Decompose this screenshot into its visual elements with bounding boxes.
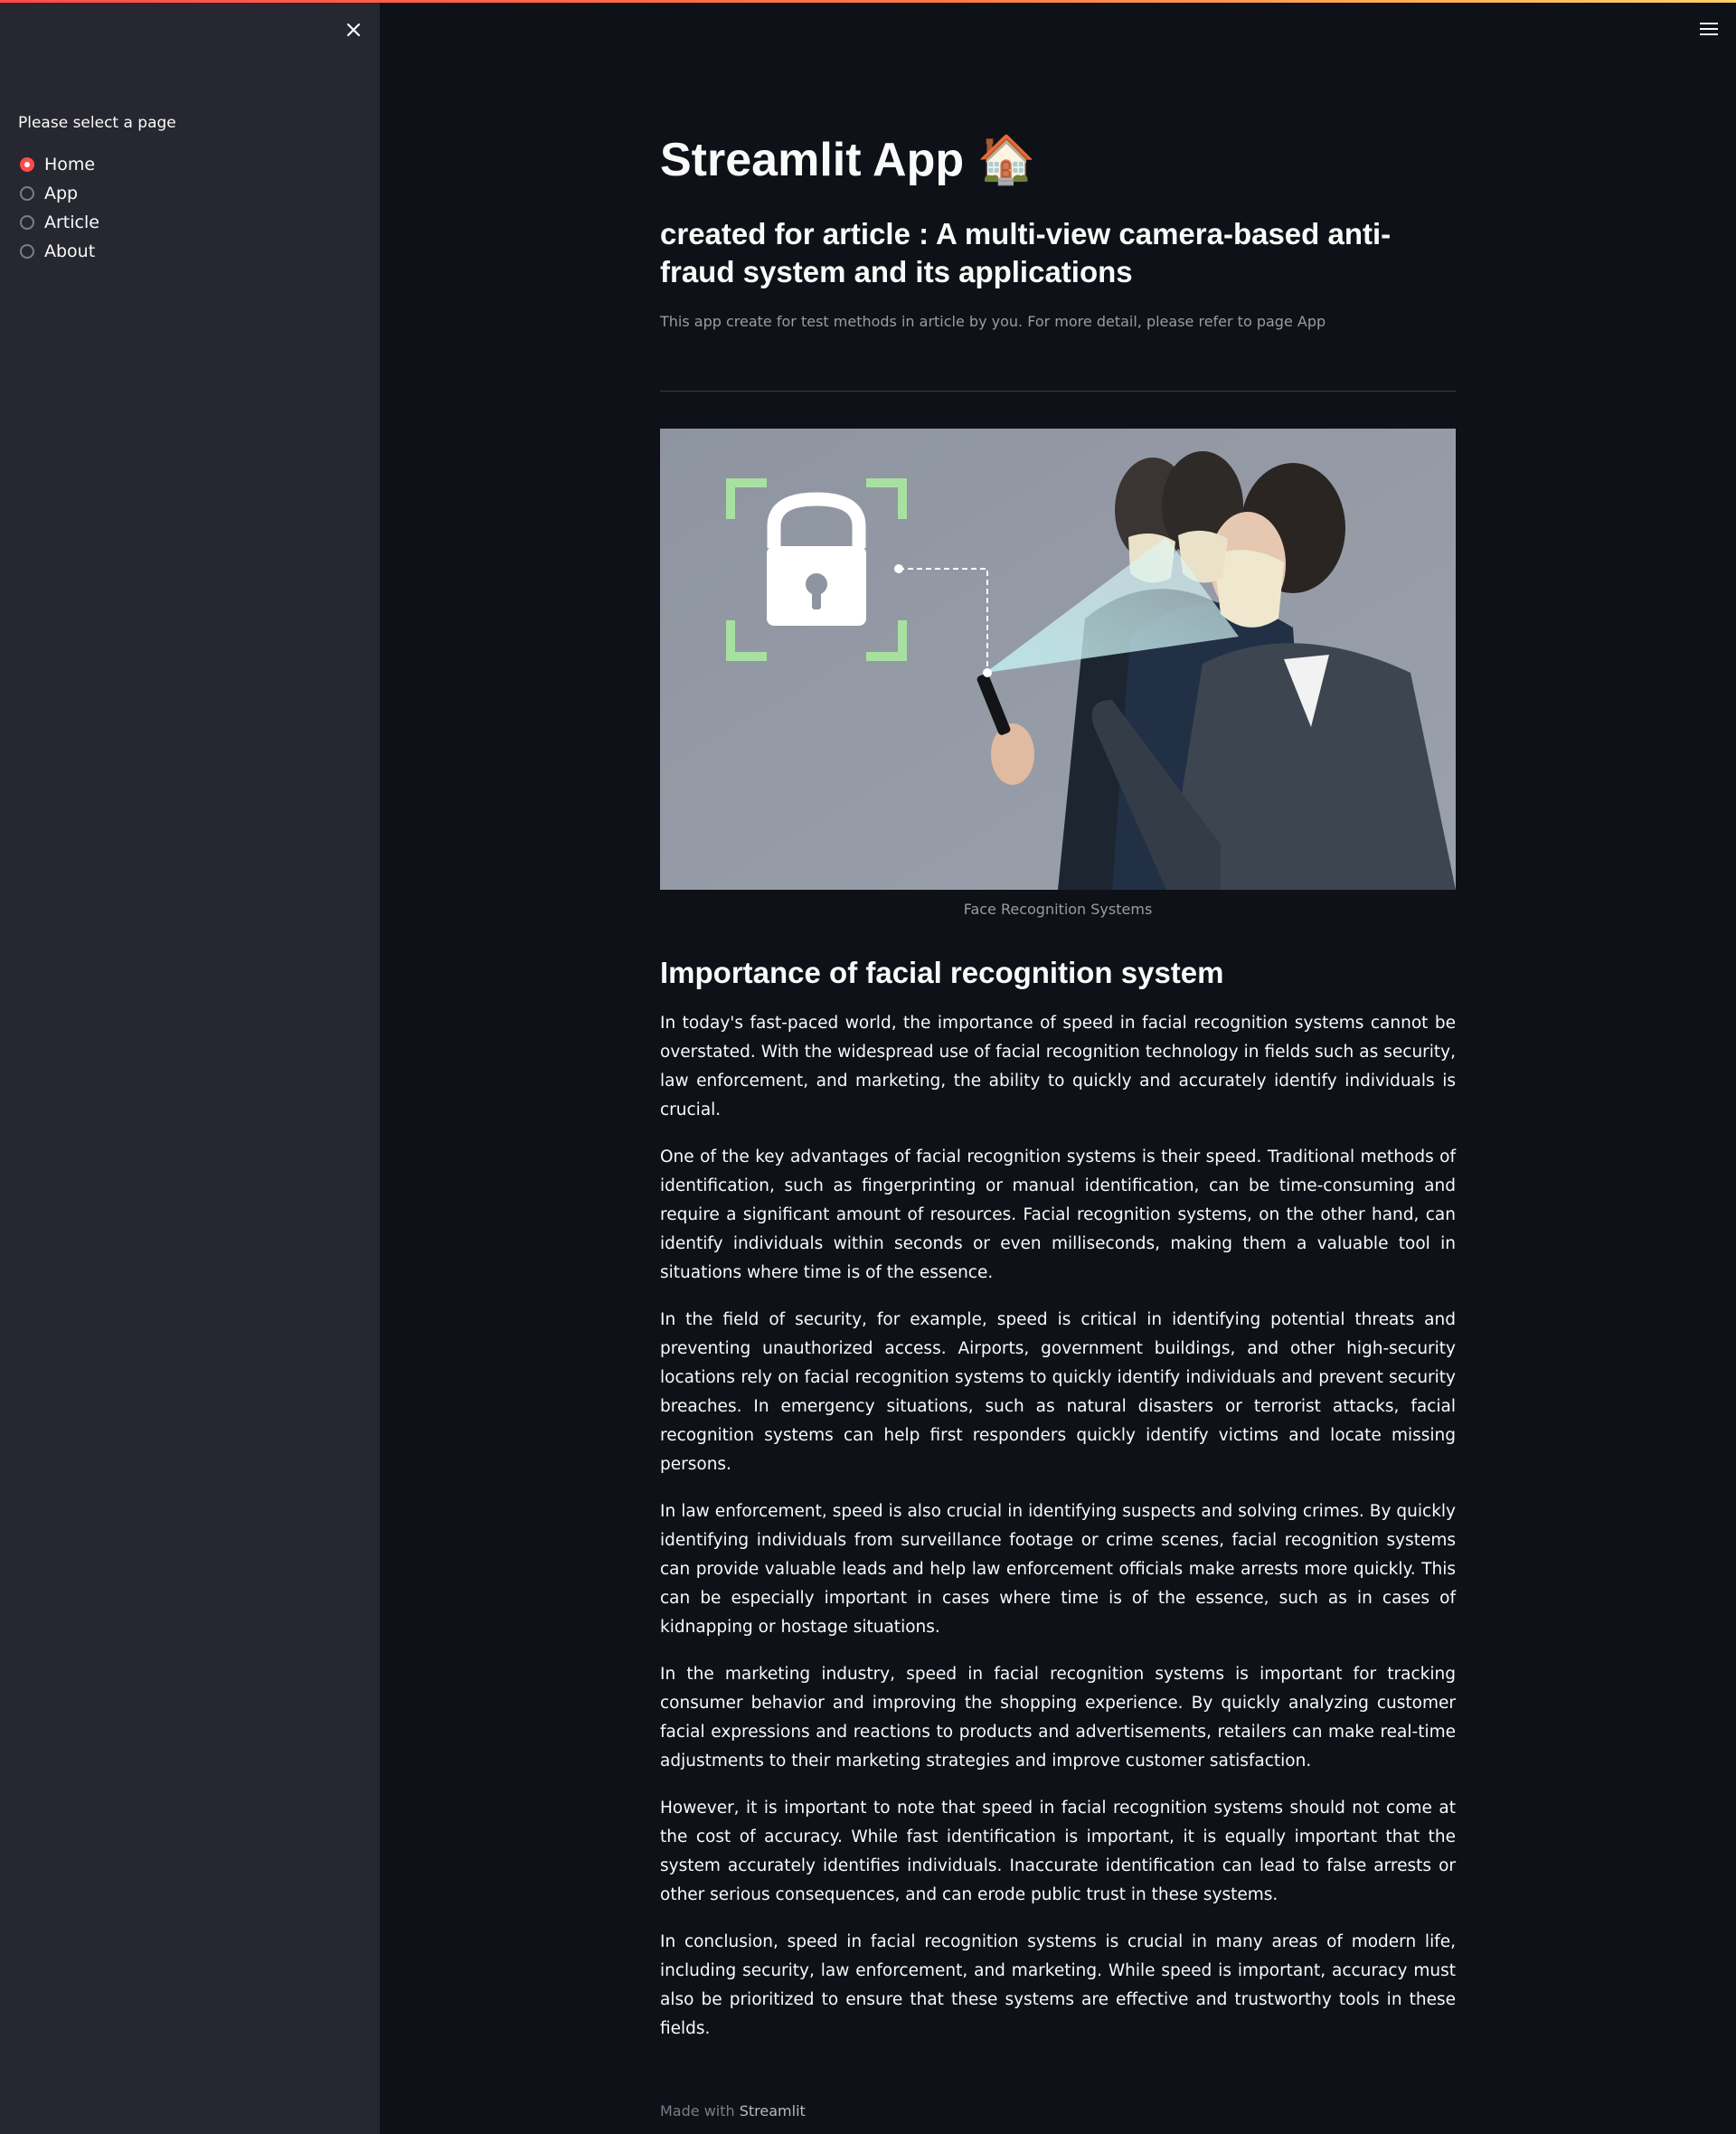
article-paragraph: In law enforcement, speed is also crucia… [660,1502,1456,1637]
radio-option-label: Home [44,155,96,175]
article-paragraph: One of the key advantages of facial reco… [660,1147,1456,1282]
house-emoji-icon: 🏠 [976,134,1036,186]
article-paragraph: However, it is important to note that sp… [660,1799,1456,1904]
sidebar-close-button[interactable] [340,16,367,43]
image-caption: Face Recognition Systems [963,901,1153,918]
section-heading: Importance of facial recognition system [660,956,1224,989]
radio-unselected-indicator[interactable] [20,244,34,259]
close-icon [346,23,361,37]
radio-unselected-indicator[interactable] [20,186,34,201]
article-paragraph: In the marketing industry, speed in faci… [660,1665,1456,1770]
article-paragraph: In conclusion, speed in facial recogniti… [660,1932,1456,2038]
radio-option-label: App [44,184,79,203]
hamburger-menu-icon [1700,23,1718,35]
footer: Made with Streamlit [660,2102,806,2120]
page-title: Streamlit App 🏠 [660,128,1035,192]
page-subtitle: created for article : A multi-view camer… [660,217,1392,288]
article-paragraph: In the field of security, for example, s… [660,1310,1456,1474]
horizontal-divider [660,391,1456,392]
page-radio-group: Home App Article About [20,150,99,266]
top-decoration-bar [0,0,1736,3]
sidebar: Please select a page Home App Article Ab… [0,0,380,2134]
page-select-label: Please select a page [18,114,176,132]
article-paragraph: In today's fast-paced world, the importa… [660,1014,1456,1119]
page-title-text: Streamlit App [660,134,965,186]
article-body: In today's fast-paced world, the importa… [660,1009,1456,2062]
face-recognition-image [660,429,1456,890]
radio-option-article[interactable]: Article [20,208,99,237]
page-caption: This app create for test methods in arti… [660,313,1326,330]
main-menu-button[interactable] [1696,18,1722,40]
radio-option-about[interactable]: About [20,237,99,266]
radio-option-label: About [44,241,96,261]
footer-brand-link[interactable]: Streamlit [740,2102,806,2120]
radio-option-label: Article [44,212,99,232]
radio-unselected-indicator[interactable] [20,215,34,230]
radio-selected-indicator[interactable] [20,157,34,172]
radio-option-home[interactable]: Home [20,150,99,179]
radio-option-app[interactable]: App [20,179,99,208]
footer-prefix: Made with [660,2102,735,2120]
